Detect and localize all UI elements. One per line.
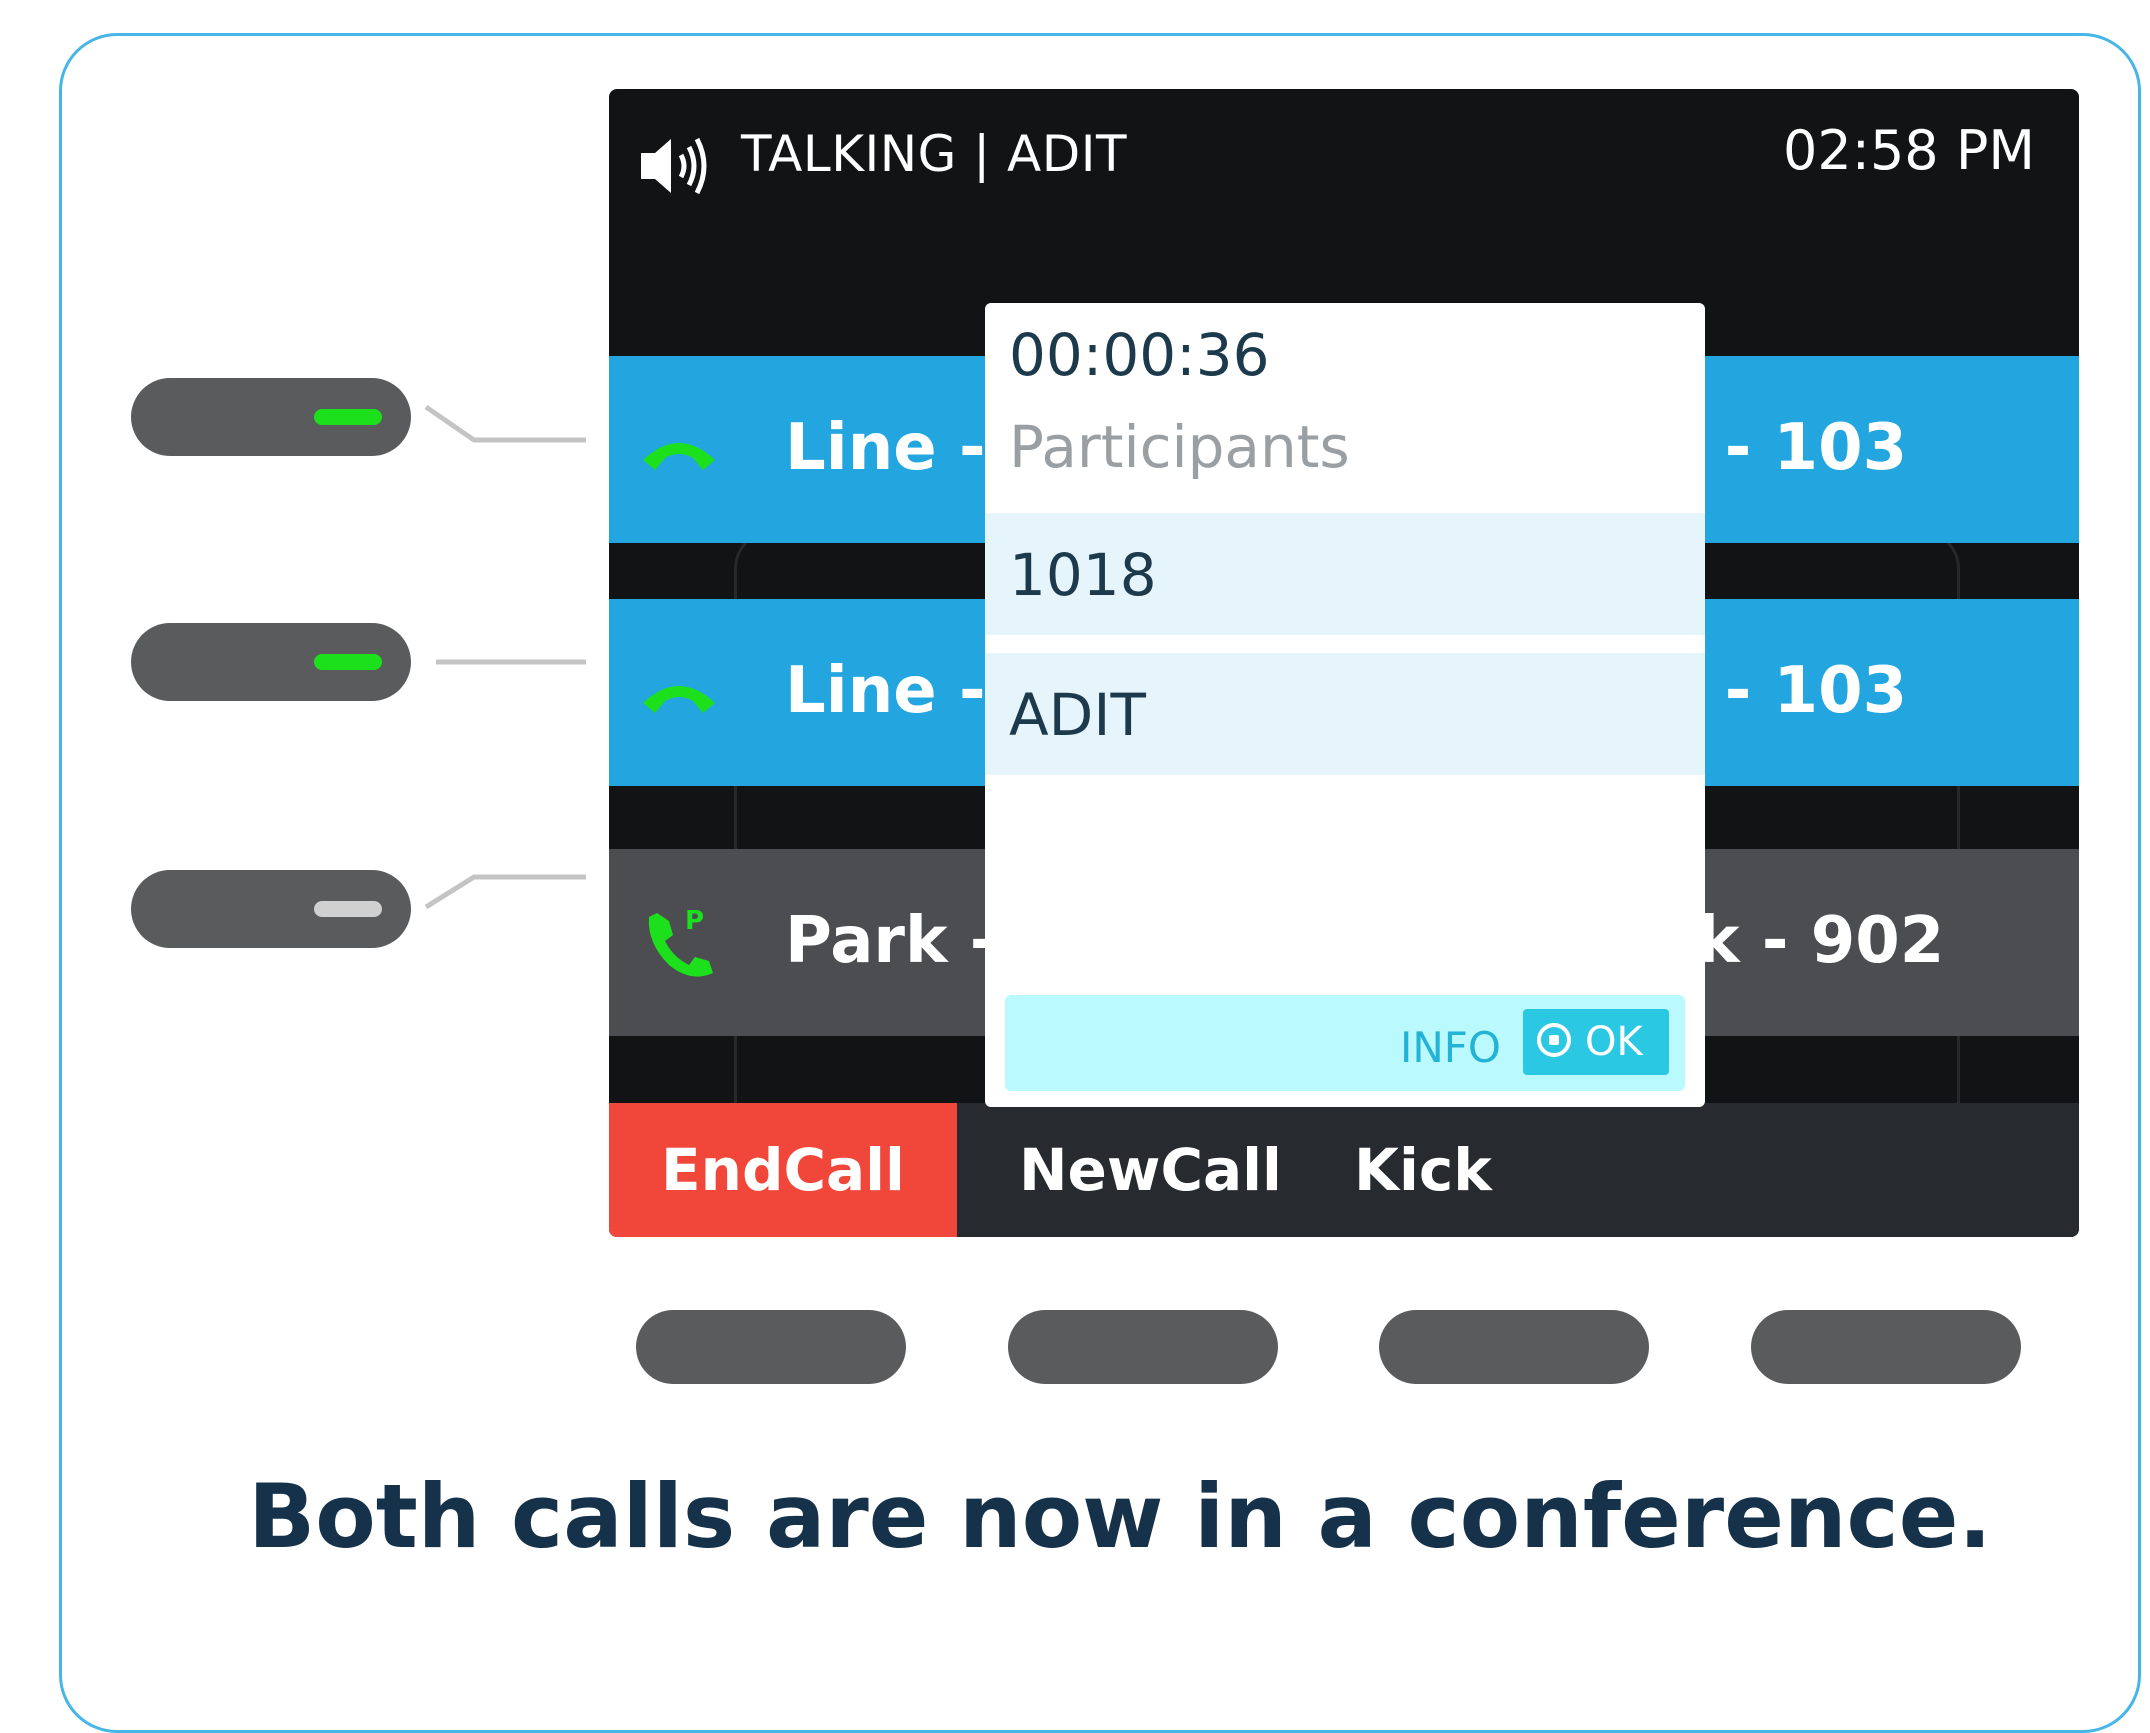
speaker-icon [641, 137, 707, 195]
soft-button-2[interactable] [1008, 1310, 1278, 1384]
soft-button-1[interactable] [636, 1310, 906, 1384]
soft-button-4[interactable] [1751, 1310, 2021, 1384]
popup-footer: INFO OK [1005, 995, 1685, 1091]
call-timer: 00:00:36 [1009, 321, 1270, 389]
info-label: INFO [1399, 1023, 1501, 1072]
soft-button-3[interactable] [1379, 1310, 1649, 1384]
new-call-softkey[interactable]: NewCall [1019, 1103, 1282, 1237]
park-label: Park - [785, 904, 997, 978]
ok-circle-icon [1537, 1023, 1571, 1057]
handset-icon [643, 443, 715, 470]
participants-popup: 00:00:36 Participants 1018 ADIT INFO OK [985, 303, 1705, 1107]
line-key-2[interactable] [131, 623, 411, 701]
line-label: Line - [785, 411, 986, 485]
softkey-bar: EndCall NewCall Kick [609, 1103, 2079, 1237]
clock: 02:58 PM [1783, 119, 2035, 182]
participant-name: ADIT [1009, 681, 1146, 749]
participant-name: 1018 [1009, 541, 1157, 609]
participant-item[interactable]: 1018 [985, 513, 1705, 635]
led-indicator-green [314, 654, 382, 670]
line-key-3[interactable] [131, 870, 411, 948]
handset-icon [643, 686, 715, 713]
led-indicator-green [314, 409, 382, 425]
ok-button[interactable]: OK [1523, 1009, 1669, 1075]
line-key-1[interactable] [131, 378, 411, 456]
park-number: k - 902 [1697, 904, 1945, 978]
ok-label: OK [1585, 1019, 1643, 1065]
line-label: Line - [785, 654, 986, 728]
status-title: TALKING | ADIT [741, 125, 1128, 183]
status-bar: TALKING | ADIT 02:58 PM [609, 89, 2079, 229]
participants-heading: Participants [1009, 413, 1350, 481]
end-call-softkey[interactable]: EndCall [609, 1103, 957, 1237]
park-icon: P [648, 906, 713, 977]
kick-softkey[interactable]: Kick [1354, 1103, 1492, 1237]
caption: Both calls are now in a conference. [248, 1465, 1992, 1568]
svg-text:P: P [685, 906, 704, 936]
participant-item[interactable]: ADIT [985, 653, 1705, 775]
led-indicator-grey [314, 901, 382, 917]
